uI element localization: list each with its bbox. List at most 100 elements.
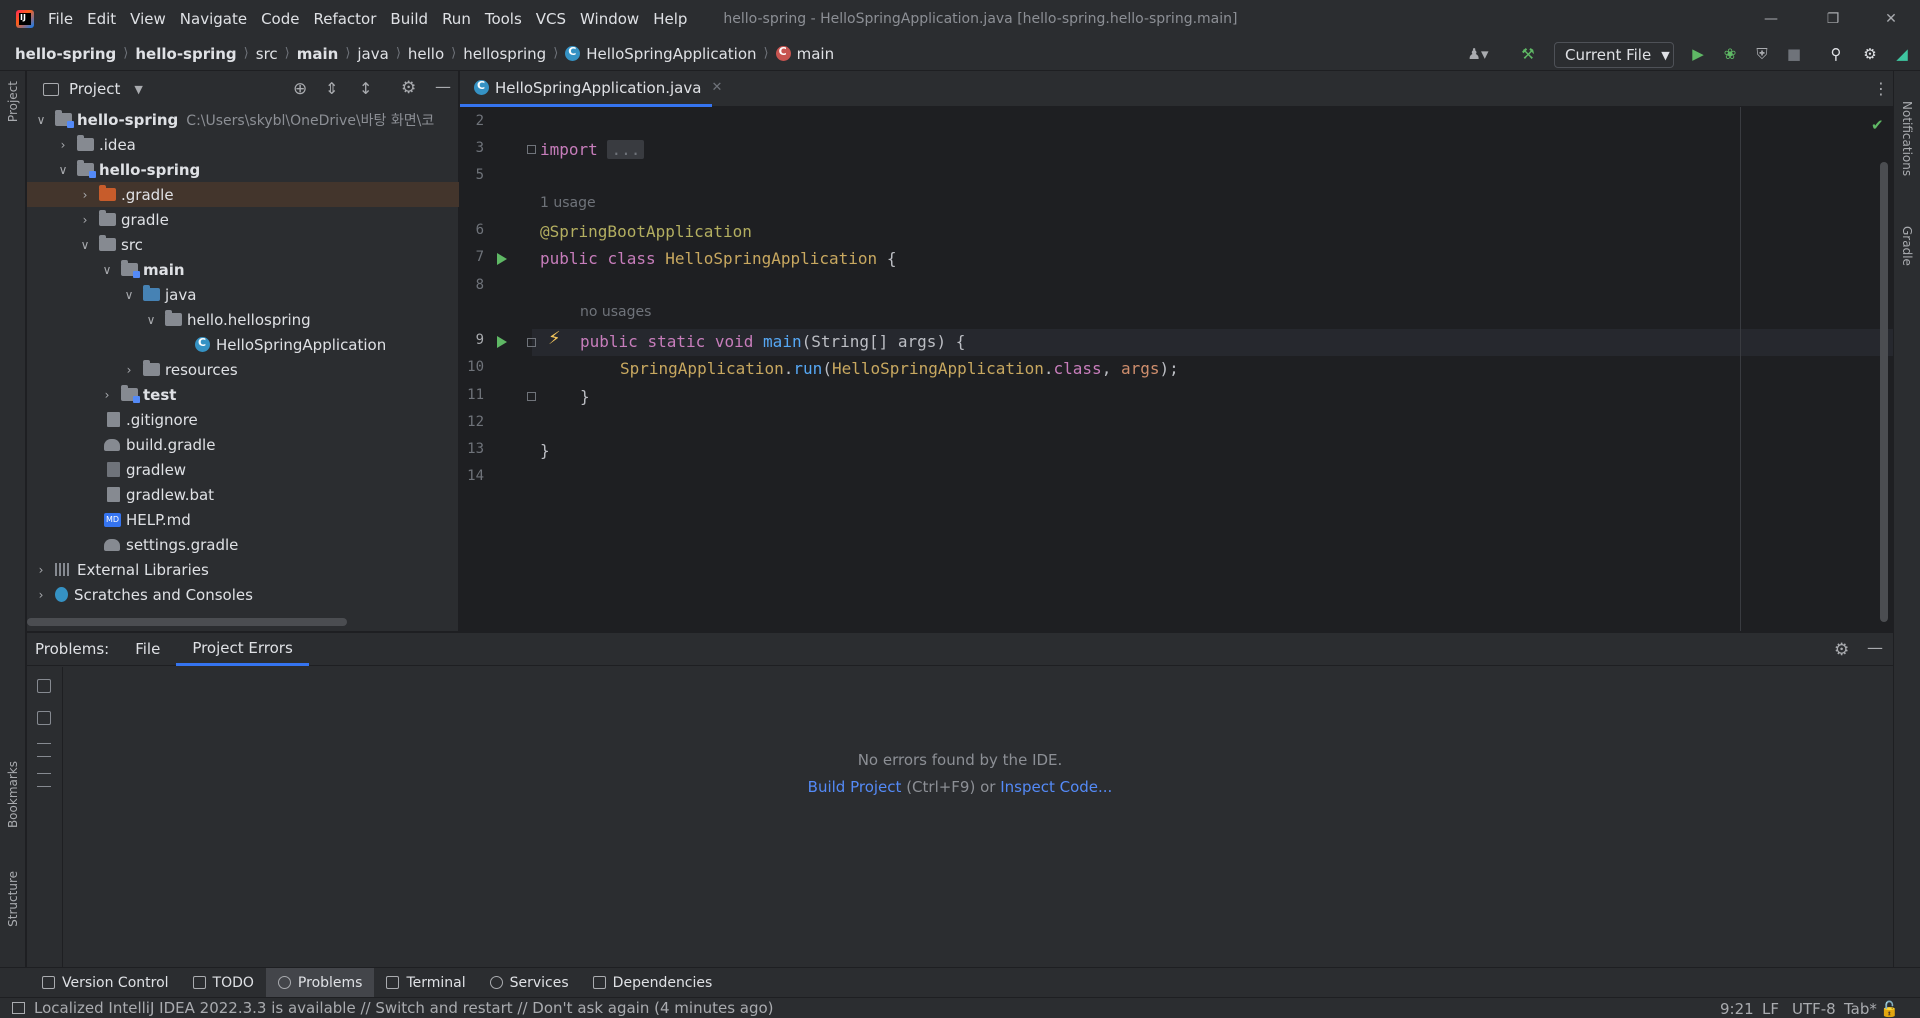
crumb-project[interactable]: hello-spring [15, 45, 116, 63]
menu-help[interactable]: Help [653, 10, 687, 28]
coverage-icon[interactable]: ⛨ [1752, 44, 1772, 64]
tab-project-errors[interactable]: Project Errors [176, 633, 309, 666]
run-class-gutter-icon[interactable] [497, 253, 507, 265]
more-options-icon[interactable]: ⋮ [1873, 79, 1889, 98]
tree-item-settings-gradle[interactable]: settings.gradle [27, 532, 459, 557]
chevron-right-icon[interactable]: › [57, 138, 69, 152]
terminal-button[interactable]: Terminal [374, 968, 477, 998]
tree-item-scratches[interactable]: › Scratches and Consoles [27, 582, 459, 607]
services-button[interactable]: Services [478, 968, 581, 998]
tree-item-gradle[interactable]: › gradle [27, 207, 459, 232]
file-encoding[interactable]: UTF-8 [1792, 998, 1836, 1018]
fold-icon[interactable] [527, 145, 536, 154]
menu-edit[interactable]: Edit [87, 10, 116, 28]
structure-stripe-button[interactable]: Structure [6, 871, 20, 927]
search-icon[interactable]: ⚲ [1826, 44, 1846, 64]
tree-item-test[interactable]: › test [27, 382, 459, 407]
bookmarks-stripe-button[interactable]: Bookmarks [6, 761, 20, 828]
project-stripe-button[interactable]: Project [6, 81, 20, 122]
dependencies-button[interactable]: Dependencies [581, 968, 725, 998]
tree-item-gradlew[interactable]: gradlew [27, 457, 459, 482]
intention-bulb-icon[interactable]: ⚡ [548, 328, 561, 349]
crumb-java[interactable]: java [357, 45, 388, 63]
build-hammer-icon[interactable]: ⚒ [1518, 44, 1538, 64]
minimize-icon[interactable]: — [1748, 0, 1794, 37]
restore-icon[interactable]: ❐ [1810, 0, 1856, 37]
tree-item-project-root[interactable]: ∨ hello-spring C:\Users\skybl\OneDrive\바… [27, 107, 459, 132]
expand-all-icon[interactable]: ⇕ [325, 79, 338, 98]
chevron-down-icon[interactable]: ∨ [123, 288, 135, 302]
tree-item-help-md[interactable]: MD HELP.md [27, 507, 459, 532]
close-icon[interactable]: ✕ [1868, 0, 1914, 37]
user-icon[interactable]: ♟▾ [1468, 44, 1489, 64]
menu-code[interactable]: Code [261, 10, 299, 28]
inspect-code-link[interactable]: Inspect Code... [1000, 778, 1112, 796]
lock-icon[interactable]: 🔓 [1880, 998, 1899, 1018]
crumb-hellospring[interactable]: hellospring [463, 45, 546, 63]
crumb-module[interactable]: hello-spring [135, 45, 236, 63]
folded-imports[interactable]: ... [607, 140, 645, 159]
problems-button[interactable]: Problems [265, 967, 375, 998]
chevron-down-icon[interactable]: ∨ [101, 263, 113, 277]
crumb-hello[interactable]: hello [408, 45, 444, 63]
run-main-gutter-icon[interactable] [497, 336, 507, 348]
project-panel-title[interactable]: Project [69, 80, 120, 98]
tree-item-main[interactable]: ∨ main [27, 257, 459, 282]
run-configuration-dropdown[interactable]: Current File ▼ [1554, 42, 1674, 68]
build-project-link[interactable]: Build Project [808, 778, 902, 796]
gear-icon[interactable]: ⚙ [1860, 44, 1880, 64]
hide-panel-icon[interactable]: — [435, 77, 451, 96]
notifications-stripe-button[interactable]: Notifications [1900, 101, 1914, 176]
tree-item-java[interactable]: ∨ java [27, 282, 459, 307]
chevron-down-icon[interactable]: ∨ [57, 163, 69, 177]
version-control-button[interactable]: Version Control [30, 968, 181, 998]
chevron-down-icon[interactable]: ∨ [79, 238, 91, 252]
indent-setting[interactable]: Tab* [1844, 998, 1877, 1018]
chevron-right-icon[interactable]: › [35, 588, 47, 602]
preview-icon[interactable] [37, 711, 51, 725]
vertical-scrollbar[interactable] [1880, 162, 1888, 622]
tree-item-external-libraries[interactable]: › External Libraries [27, 557, 459, 582]
locate-icon[interactable]: ⊕ [293, 79, 307, 99]
tree-item-main-class[interactable]: HelloSpringApplication [27, 332, 459, 357]
tree-item-package[interactable]: ∨ hello.hellospring [27, 307, 459, 332]
code-editor[interactable]: 2 3 5 6 7 8 9 10 11 12 13 14 import ... … [460, 107, 1893, 631]
chevron-down-icon[interactable]: ∨ [35, 113, 47, 127]
usage-hint[interactable]: 1 usage [540, 195, 596, 211]
tree-item-gitignore[interactable]: .gitignore [27, 407, 459, 432]
menu-navigate[interactable]: Navigate [180, 10, 247, 28]
line-separator[interactable]: LF [1762, 998, 1779, 1018]
gear-icon[interactable]: ⚙ [401, 78, 416, 98]
hide-panel-icon[interactable]: — [1867, 638, 1883, 657]
crumb-class[interactable]: HelloSpringApplication [586, 45, 756, 63]
crumb-src[interactable]: src [256, 45, 278, 63]
tree-item-src[interactable]: ∨ src [27, 232, 459, 257]
chevron-right-icon[interactable]: › [123, 363, 135, 377]
menu-refactor[interactable]: Refactor [313, 10, 376, 28]
horizontal-scrollbar[interactable] [27, 618, 347, 626]
tab-file[interactable]: File [119, 633, 176, 666]
tree-item-idea[interactable]: › .idea [27, 132, 459, 157]
crumb-method[interactable]: main [797, 45, 834, 63]
chevron-right-icon[interactable]: › [35, 563, 47, 577]
status-message[interactable]: Localized IntelliJ IDEA 2022.3.3 is avai… [34, 999, 774, 1017]
debug-icon[interactable]: ❀ [1720, 44, 1740, 64]
crumb-main[interactable]: main [297, 45, 339, 63]
collapse-all-icon[interactable]: ↕ [359, 79, 372, 98]
no-problems-check-icon[interactable]: ✔ [1871, 116, 1884, 134]
menu-window[interactable]: Window [580, 10, 639, 28]
editor-tab-hellospringapplication[interactable]: HelloSpringApplication.java ✕ [460, 71, 722, 107]
fold-icon[interactable] [527, 338, 536, 347]
menu-tools[interactable]: Tools [485, 10, 522, 28]
tree-item-gradlew-bat[interactable]: gradlew.bat [27, 482, 459, 507]
fold-icon[interactable] [527, 392, 536, 401]
chevron-down-icon[interactable]: ∨ [145, 313, 157, 327]
chevron-right-icon[interactable]: › [101, 388, 113, 402]
menu-run[interactable]: Run [442, 10, 471, 28]
chevron-right-icon[interactable]: › [79, 213, 91, 227]
group-by-icon[interactable] [37, 679, 51, 693]
tree-item-build-gradle[interactable]: build.gradle [27, 432, 459, 457]
chevron-right-icon[interactable]: › [79, 188, 91, 202]
tree-item-module[interactable]: ∨ hello-spring [27, 157, 459, 182]
menu-view[interactable]: View [130, 10, 166, 28]
